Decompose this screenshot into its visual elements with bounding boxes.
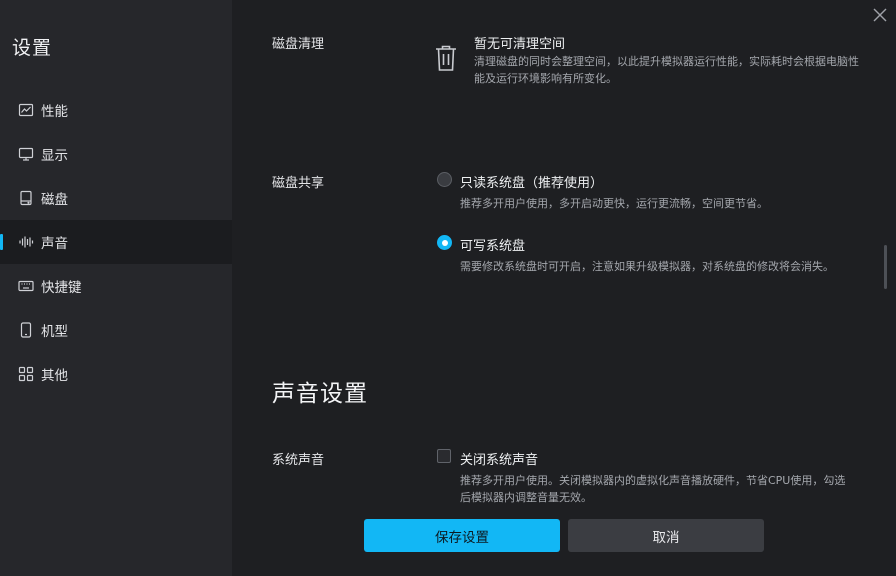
cleanup-description: 清理磁盘的同时会整理空间，以此提升模拟器运行性能，实际耗时会根据电脑性能及运行环… [474,55,859,85]
close-icon [873,8,887,22]
phone-icon [18,322,34,338]
sidebar-item-label: 声音 [41,236,68,252]
disk-share-label: 磁盘共享 [272,176,325,191]
sidebar-item-label: 快捷键 [41,280,82,296]
disk-cleanup-label: 磁盘清理 [272,37,325,52]
sidebar-item-label: 性能 [41,104,68,120]
sidebar-item-shortcuts[interactable]: 快捷键 [0,264,232,308]
monitor-icon [18,146,34,162]
sidebar-item-device-model[interactable]: 机型 [0,308,232,352]
sidebar: 设置 性能 显示 磁盘 声音 快捷键 机型 其他 [0,0,232,576]
sidebar-title: 设置 [12,37,53,59]
cancel-button[interactable]: 取消 [568,519,764,552]
system-sound-label: 系统声音 [272,453,325,468]
cleanup-status-title: 暂无可清理空间 [474,37,566,52]
sidebar-item-label: 磁盘 [41,192,68,208]
readonly-disk-option-label[interactable]: 只读系统盘（推荐使用） [460,172,603,191]
sidebar-item-performance[interactable]: 性能 [0,88,232,132]
writable-disk-radio[interactable] [437,235,452,250]
writable-disk-description: 需要修改系统盘时可开启，注意如果升级模拟器，对系统盘的修改将会消失。 [460,260,834,273]
writable-disk-option-label[interactable]: 可写系统盘 [460,235,525,254]
sidebar-item-label: 其他 [41,368,68,384]
sidebar-item-display[interactable]: 显示 [0,132,232,176]
sound-settings-heading: 声音设置 [272,381,368,407]
chart-line-icon [18,102,34,118]
mute-system-sound-label[interactable]: 关闭系统声音 [460,449,538,468]
keyboard-icon [18,278,34,294]
readonly-disk-description: 推荐多开用户使用，多开启动更快，运行更流畅，空间更节省。 [460,197,768,210]
disk-icon [18,190,34,206]
close-button[interactable] [870,5,890,25]
save-button[interactable]: 保存设置 [364,519,560,552]
settings-content: 磁盘清理 暂无可清理空间 清理磁盘的同时会整理空间，以此提升模拟器运行性能，实际… [232,0,896,576]
sidebar-nav: 性能 显示 磁盘 声音 快捷键 机型 其他 [0,88,232,396]
grid-icon [18,366,34,382]
scrollbar-thumb[interactable] [884,245,887,289]
sidebar-item-label: 机型 [41,324,68,340]
sidebar-item-disk[interactable]: 磁盘 [0,176,232,220]
footer-bar [232,505,896,576]
readonly-disk-radio[interactable] [437,172,452,187]
sidebar-item-other[interactable]: 其他 [0,352,232,396]
settings-window: 设置 性能 显示 磁盘 声音 快捷键 机型 其他 磁盘清理 暂无可清理空间 清理… [0,0,896,576]
trash-icon[interactable] [434,44,458,72]
sidebar-item-label: 显示 [41,148,68,164]
mute-system-sound-checkbox[interactable] [437,449,451,463]
sidebar-item-sound[interactable]: 声音 [0,220,232,264]
system-sound-description: 推荐多开用户使用。关闭模拟器内的虚拟化声音播放硬件，节省CPU使用，勾选后模拟器… [460,474,846,504]
sound-wave-icon [18,234,34,250]
